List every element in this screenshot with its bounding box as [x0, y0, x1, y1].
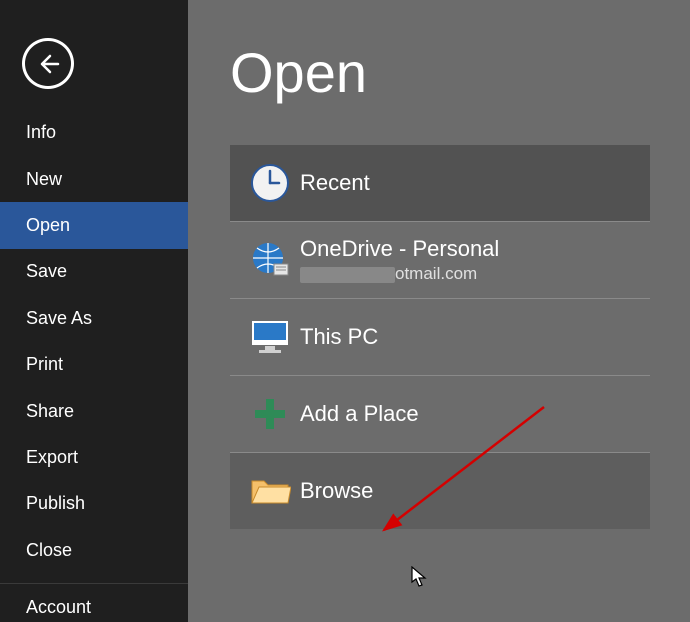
sidebar-item-save[interactable]: Save: [0, 249, 188, 295]
sidebar-item-new[interactable]: New: [0, 156, 188, 202]
sidebar-item-label: Save As: [26, 308, 92, 329]
clock-icon: [249, 162, 291, 204]
location-label: Recent: [300, 170, 370, 196]
sidebar-item-label: Close: [26, 540, 72, 561]
sidebar-item-label: Open: [26, 215, 70, 236]
location-list: Recent OneDrive - Personal otmail.com: [230, 145, 650, 529]
location-label: This PC: [300, 324, 378, 350]
folder-icon: [249, 473, 291, 509]
sidebar-item-save-as[interactable]: Save As: [0, 295, 188, 341]
monitor-icon: [249, 316, 291, 358]
back-button[interactable]: [22, 38, 74, 89]
arrow-left-icon: [36, 52, 60, 76]
globe-icon: [250, 240, 290, 280]
plus-icon: [253, 397, 287, 431]
sidebar-item-label: New: [26, 169, 62, 190]
sidebar-item-label: Publish: [26, 493, 85, 514]
sidebar-divider: [0, 583, 188, 584]
location-add-place[interactable]: Add a Place: [230, 376, 650, 452]
sidebar-item-export[interactable]: Export: [0, 434, 188, 480]
page-title: Open: [230, 40, 690, 105]
backstage-sidebar: Info New Open Save Save As Print Share E…: [0, 0, 188, 622]
location-onedrive[interactable]: OneDrive - Personal otmail.com: [230, 222, 650, 298]
sidebar-item-label: Export: [26, 447, 78, 468]
sidebar-item-label: Save: [26, 261, 67, 282]
location-label: OneDrive - Personal: [300, 236, 499, 262]
sidebar-item-label: Share: [26, 401, 74, 422]
location-this-pc[interactable]: This PC: [230, 299, 650, 375]
sidebar-item-publish[interactable]: Publish: [0, 481, 188, 527]
sidebar-item-print[interactable]: Print: [0, 341, 188, 387]
location-browse[interactable]: Browse: [230, 453, 650, 529]
main-panel: Open Recent: [188, 0, 690, 622]
sidebar-item-info[interactable]: Info: [0, 109, 188, 155]
sidebar-item-open[interactable]: Open: [0, 202, 188, 248]
sidebar-item-share[interactable]: Share: [0, 388, 188, 434]
sidebar-item-label: Print: [26, 354, 63, 375]
location-subtext: otmail.com: [300, 264, 499, 284]
redacted-text: [300, 267, 395, 283]
sidebar-item-label: Info: [26, 122, 56, 143]
location-recent[interactable]: Recent: [230, 145, 650, 221]
sidebar-item-label: Account: [26, 597, 91, 618]
location-label: Browse: [300, 478, 373, 504]
sidebar-item-close[interactable]: Close: [0, 527, 188, 573]
location-label: Add a Place: [300, 401, 419, 427]
sidebar-item-account[interactable]: Account: [0, 592, 188, 622]
